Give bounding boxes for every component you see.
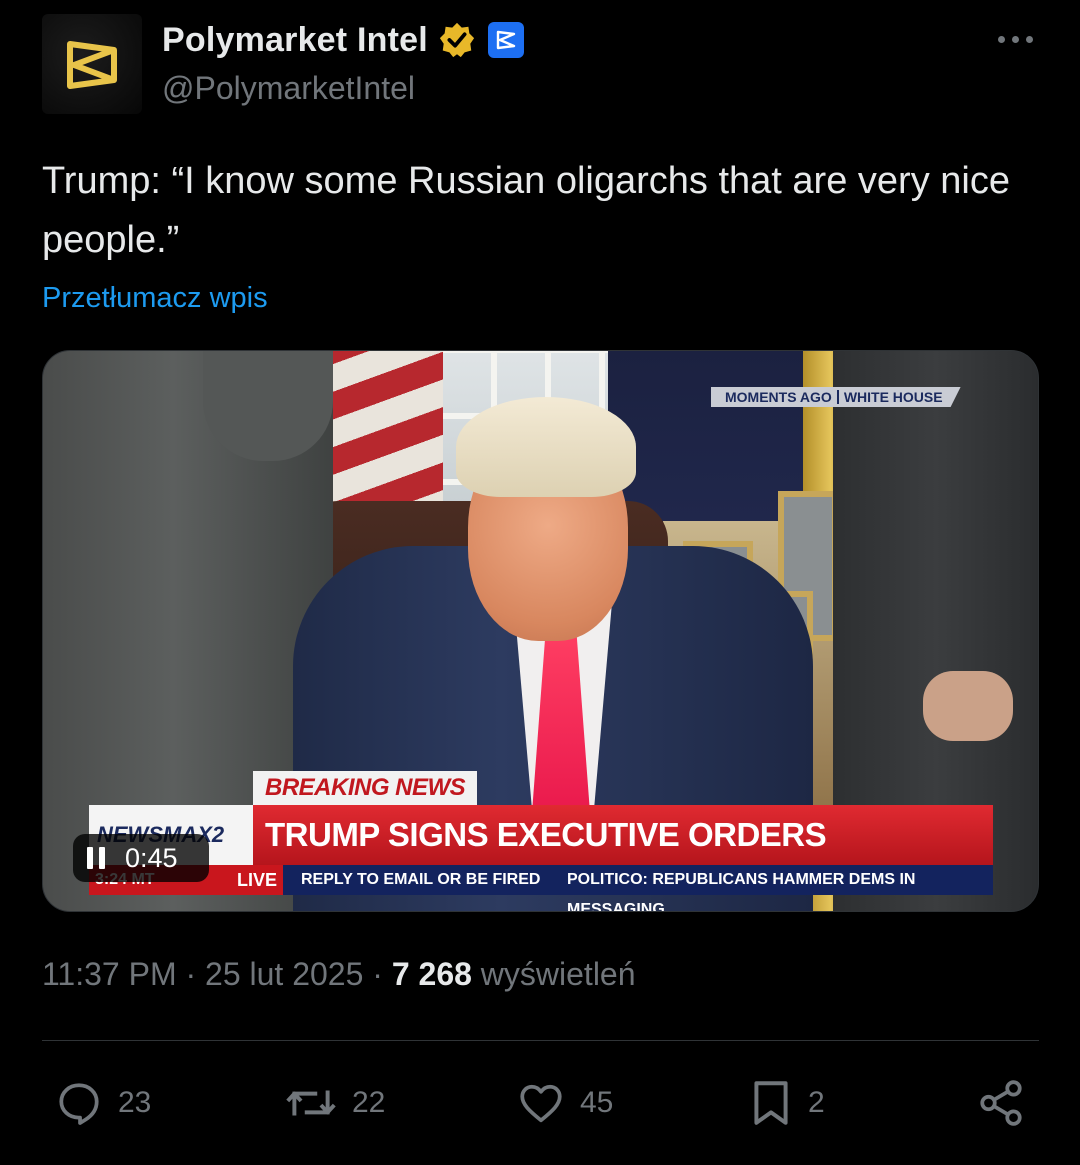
bookmark-button[interactable]: 2	[748, 1078, 825, 1128]
bookmark-count: 2	[808, 1086, 825, 1119]
handle[interactable]: @PolymarketIntel	[162, 70, 415, 107]
translate-link[interactable]: Przetłumacz wpis	[42, 282, 268, 315]
tweet-date[interactable]: 25 lut 2025	[205, 956, 363, 992]
elapsed-time: 0:45	[125, 842, 178, 873]
repost-icon	[286, 1090, 336, 1116]
reply-button[interactable]: 23	[54, 1078, 151, 1128]
pause-icon[interactable]	[87, 847, 105, 869]
tweet-time[interactable]: 11:37 PM	[42, 956, 177, 992]
display-name[interactable]: Polymarket Intel	[162, 21, 428, 60]
repost-button[interactable]: 22	[284, 1078, 385, 1128]
divider	[42, 1040, 1039, 1041]
like-count: 45	[580, 1086, 614, 1119]
tweet-meta: 11:37 PM · 25 lut 2025 · 7 268 wyświetle…	[42, 956, 636, 993]
more-icon[interactable]	[998, 36, 1034, 46]
like-icon	[520, 1084, 562, 1123]
affiliate-icon[interactable]	[487, 22, 524, 58]
view-count: 7 268	[391, 956, 472, 992]
tweet-header: Polymarket Intel @PolymarketIntel	[42, 14, 1038, 114]
bookmark-icon	[754, 1081, 788, 1125]
video-frame	[43, 351, 1038, 911]
reply-count: 23	[118, 1086, 152, 1119]
tweet-text: Trump: “I know some Russian oligarchs th…	[42, 160, 1010, 261]
like-button[interactable]: 45	[516, 1078, 613, 1128]
verified-icon[interactable]	[438, 21, 476, 59]
polymarket-logo-icon	[67, 41, 117, 89]
meta-separator: ·	[185, 956, 197, 992]
name-row: Polymarket Intel	[162, 20, 524, 60]
reply-icon	[59, 1083, 99, 1125]
action-bar: 23 22 45 2	[0, 1070, 1080, 1140]
video-timer[interactable]: 0:45	[73, 834, 209, 882]
avatar[interactable]	[42, 14, 142, 114]
meta-separator: ·	[372, 956, 383, 992]
views-label: wyświetleń	[480, 956, 636, 992]
repost-count: 22	[352, 1086, 386, 1119]
share-button[interactable]	[976, 1078, 1026, 1128]
share-icon	[980, 1080, 1022, 1126]
video-player[interactable]: MOMENTS AGOWHITE HOUSE BREAKING NEWS NEW…	[42, 350, 1039, 912]
